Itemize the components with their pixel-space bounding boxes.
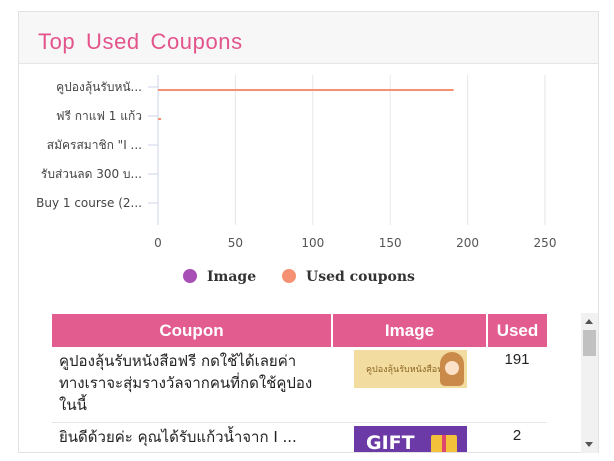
scroll-down-arrow-icon[interactable] <box>585 442 593 447</box>
panel-title: Top Used Coupons <box>38 29 243 54</box>
scrollbar-thumb[interactable] <box>583 330 596 356</box>
coupon-cell: คูปองลุ้นรับหนังสือฟรี กดใช้ได้เลยค่า ทา… <box>52 347 332 423</box>
y-tick-label: ฟรี กาแฟ 1 แก้ว <box>56 109 142 123</box>
coupon-cell: ยินดีด้วยค่ะ คุณได้รับแก้วน้ำจาก I ... <box>52 422 332 452</box>
column-header-used[interactable]: Used <box>487 314 547 347</box>
y-tick-label: คูปองลุ้นรับหนั... <box>56 80 142 95</box>
gift-box-icon <box>431 435 457 452</box>
x-tick-label: 150 <box>379 236 402 250</box>
legend-marker <box>282 269 296 283</box>
bar-used-coupons <box>158 89 454 91</box>
coupon-table-area: Coupon Image Used คูปองลุ้นรับหนังสือฟรี… <box>52 314 598 453</box>
column-header-image[interactable]: Image <box>332 314 488 347</box>
legend-label: Used coupons <box>306 269 415 285</box>
table-row: คูปองลุ้นรับหนังสือฟรี กดใช้ได้เลยค่า ทา… <box>52 347 547 423</box>
x-tick-label: 100 <box>301 236 324 250</box>
table-row: ยินดีด้วยค่ะ คุณได้รับแก้วน้ำจาก I ... G… <box>52 422 547 453</box>
table-scrollbar[interactable] <box>581 313 598 453</box>
top-used-coupons-panel: Top Used Coupons 0 50 100 150 200 250 คูปองลุ้… <box>18 11 599 453</box>
thumbnail-text: GIFT <box>366 432 415 453</box>
scroll-up-arrow-icon[interactable] <box>585 319 593 324</box>
bar-used-coupons <box>158 118 162 120</box>
coupon-bar-chart: 0 50 100 150 200 250 คูปองลุ้นรับหนั... ฟรี กาแ… <box>19 65 598 305</box>
column-header-coupon[interactable]: Coupon <box>52 314 333 347</box>
used-count-cell: 191 <box>487 347 547 423</box>
used-count-cell: 2 <box>487 422 547 452</box>
coupon-thumbnail-image: GIFT <box>354 426 467 453</box>
image-cell: คูปองลุ้นรับหนังสือฟรี <box>332 347 487 423</box>
coupon-table: Coupon Image Used คูปองลุ้นรับหนังสือฟรี… <box>52 314 547 453</box>
y-tick-label: รับส่วนลด 300 บ... <box>41 167 142 181</box>
x-tick-label: 50 <box>228 236 243 250</box>
image-cell: GIFT <box>332 422 487 453</box>
legend-label: Image <box>207 269 256 285</box>
girl-illustration-icon <box>440 352 464 386</box>
table-header-row: Coupon Image Used <box>52 314 547 347</box>
thumbnail-text: คูปองลุ้นรับหนังสือฟรี <box>366 365 449 375</box>
x-tick-label: 250 <box>534 236 557 250</box>
x-tick-label: 200 <box>456 236 479 250</box>
coupon-thumbnail-image: คูปองลุ้นรับหนังสือฟรี <box>354 350 467 388</box>
y-tick-label: Buy 1 course (2... <box>36 196 142 210</box>
y-tick-label: สมัครสมาชิก "I ... <box>47 138 142 152</box>
legend-marker <box>183 269 197 283</box>
x-tick-label: 0 <box>154 236 162 250</box>
panel-header: Top Used Coupons <box>19 12 598 64</box>
chart-svg: 0 50 100 150 200 250 คูปองลุ้นรับหนั... ฟรี กาแ… <box>36 75 557 285</box>
